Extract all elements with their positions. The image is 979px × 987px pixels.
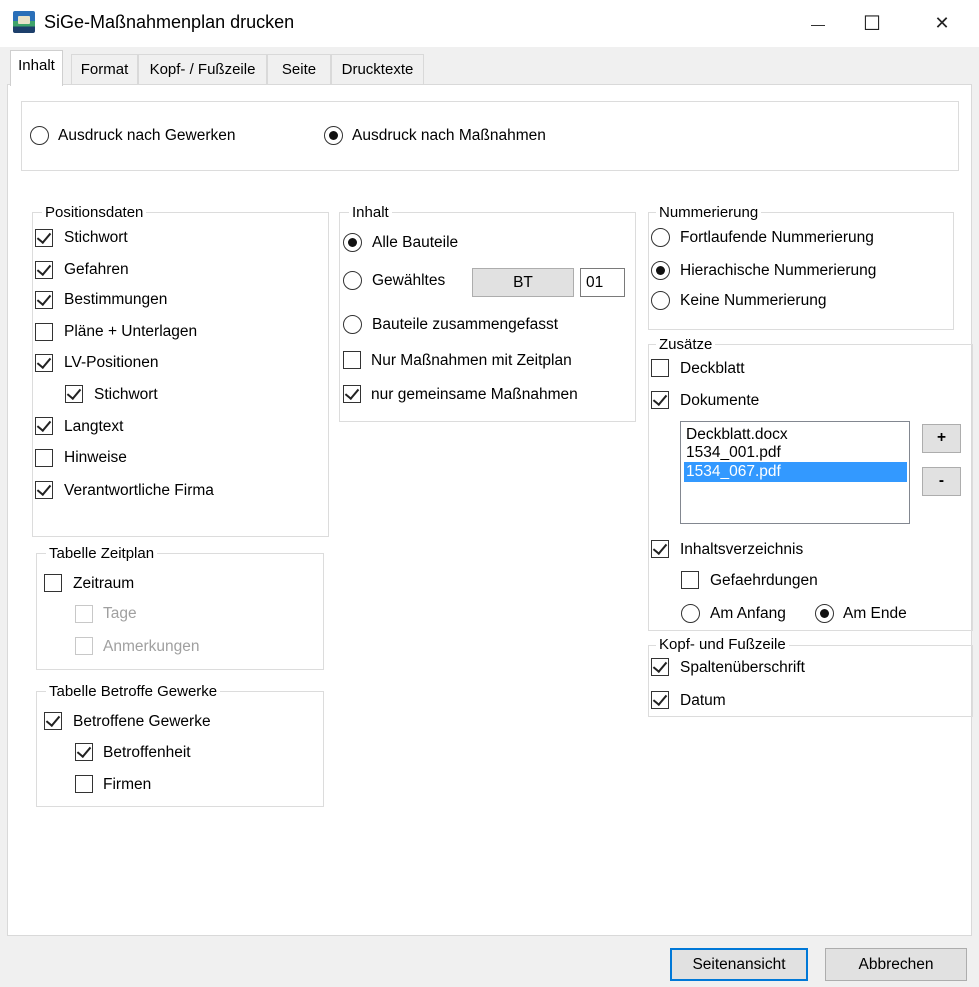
add-document-button[interactable]: + (922, 424, 961, 453)
checkbox-tage-label: Tage (103, 605, 137, 622)
list-item[interactable]: Deckblatt.docx (684, 425, 907, 445)
radio-ausdruck-massnahmen[interactable] (324, 126, 343, 145)
tab-kopf-fusszeile[interactable]: Kopf- / Fußzeile (138, 54, 267, 84)
radio-hierachische-label: Hierachische Nummerierung (680, 262, 877, 279)
checkbox-stichwort[interactable] (35, 229, 53, 247)
radio-fortlaufende[interactable] (651, 228, 670, 247)
checkbox-dokumente-label: Dokumente (680, 392, 760, 409)
remove-document-button[interactable]: - (922, 467, 961, 496)
checkbox-inhaltsverzeichnis-label: Inhaltsverzeichnis (680, 541, 804, 558)
checkbox-gefaehrdungen-label: Gefaehrdungen (710, 572, 818, 589)
inhalt-legend: Inhalt (349, 204, 392, 222)
checkbox-inhaltsverzeichnis[interactable] (651, 540, 669, 558)
checkbox-plaene-unterlagen[interactable] (35, 323, 53, 341)
checkbox-betroffene-gewerke-label: Betroffene Gewerke (73, 713, 211, 730)
radio-ausdruck-gewerke-label: Ausdruck nach Gewerken (58, 127, 236, 144)
documents-listbox[interactable]: Deckblatt.docx 1534_001.pdf 1534_067.pdf (680, 421, 910, 524)
checkbox-hinweise[interactable] (35, 449, 53, 467)
checkbox-nur-gemeinsame-massnahmen[interactable] (343, 385, 361, 403)
checkbox-langtext-label: Langtext (64, 418, 124, 435)
radio-ausdruck-massnahmen-label: Ausdruck nach Maßnahmen (352, 127, 546, 144)
radio-am-ende-label: Am Ende (843, 605, 907, 622)
window-title: SiGe-Maßnahmenplan drucken (44, 12, 295, 32)
checkbox-dokumente[interactable] (651, 391, 669, 409)
checkbox-lv-positionen-label: LV-Positionen (64, 354, 159, 371)
checkbox-datum[interactable] (651, 691, 669, 709)
checkbox-firmen-label: Firmen (103, 776, 152, 793)
gewerke-legend: Tabelle Betroffe Gewerke (46, 683, 221, 701)
close-button[interactable]: ✕ (919, 0, 965, 47)
checkbox-langtext[interactable] (35, 417, 53, 435)
nummerierung-legend: Nummerierung (656, 204, 762, 222)
radio-hierachische[interactable] (651, 261, 670, 280)
list-item[interactable]: 1534_001.pdf (684, 443, 907, 463)
checkbox-anmerkungen[interactable] (75, 637, 93, 655)
radio-gewaehltes-label: Gewähltes (372, 272, 446, 289)
checkbox-deckblatt-label: Deckblatt (680, 360, 745, 377)
checkbox-gefahren[interactable] (35, 261, 53, 279)
tab-seite[interactable]: Seite (267, 54, 331, 84)
checkbox-spaltenueberschrift-label: Spaltenüberschrift (680, 659, 805, 676)
checkbox-datum-label: Datum (680, 692, 726, 709)
checkbox-bestimmungen[interactable] (35, 291, 53, 309)
seitenansicht-button[interactable]: Seitenansicht (670, 948, 808, 981)
checkbox-lv-positionen[interactable] (35, 354, 53, 372)
checkbox-anmerkungen-label: Anmerkungen (103, 638, 200, 655)
list-item-selected[interactable]: 1534_067.pdf (684, 462, 907, 482)
radio-am-anfang-label: Am Anfang (710, 605, 786, 622)
app-icon (13, 11, 35, 33)
radio-am-ende[interactable] (815, 604, 834, 623)
close-icon: ✕ (934, 13, 950, 33)
checkbox-lv-stichwort[interactable] (65, 385, 83, 403)
positionsdaten-legend: Positionsdaten (42, 204, 147, 222)
bt-button[interactable]: BT (472, 268, 574, 297)
bt-value-input[interactable]: 01 (580, 268, 625, 297)
checkbox-gefahren-label: Gefahren (64, 261, 129, 278)
checkbox-tage[interactable] (75, 605, 93, 623)
checkbox-stichwort-label: Stichwort (64, 229, 128, 246)
title-bar[interactable]: SiGe-Maßnahmenplan drucken — ☐ ✕ (0, 0, 979, 47)
checkbox-gefaehrdungen[interactable] (681, 571, 699, 589)
checkbox-hinweise-label: Hinweise (64, 449, 127, 466)
tab-drucktexte[interactable]: Drucktexte (331, 54, 424, 84)
radio-keine-label: Keine Nummerierung (680, 292, 827, 309)
checkbox-plaene-unterlagen-label: Pläne + Unterlagen (64, 323, 198, 340)
checkbox-zeitraum[interactable] (44, 574, 62, 592)
tab-inhalt[interactable]: Inhalt (10, 50, 63, 86)
checkbox-verantwortliche-firma[interactable] (35, 481, 53, 499)
checkbox-bestimmungen-label: Bestimmungen (64, 291, 168, 308)
checkbox-verantwortliche-firma-label: Verantwortliche Firma (64, 482, 214, 499)
checkbox-betroffene-gewerke[interactable] (44, 712, 62, 730)
radio-am-anfang[interactable] (681, 604, 700, 623)
maximize-icon: ☐ (863, 13, 881, 35)
checkbox-spaltenueberschrift[interactable] (651, 658, 669, 676)
checkbox-firmen[interactable] (75, 775, 93, 793)
minimize-button[interactable]: — (795, 0, 841, 47)
checkbox-deckblatt[interactable] (651, 359, 669, 377)
zeitplan-legend: Tabelle Zeitplan (46, 545, 158, 563)
minimize-icon: — (811, 15, 825, 32)
checkbox-nur-massnahmen-zeitplan-label: Nur Maßnahmen mit Zeitplan (371, 352, 572, 369)
checkbox-betroffenheit[interactable] (75, 743, 93, 761)
checkbox-zeitraum-label: Zeitraum (73, 575, 135, 592)
radio-bauteile-zusammengefasst[interactable] (343, 315, 362, 334)
radio-ausdruck-gewerke[interactable] (30, 126, 49, 145)
zusaetze-legend: Zusätze (656, 336, 716, 354)
checkbox-nur-massnahmen-zeitplan[interactable] (343, 351, 361, 369)
radio-keine[interactable] (651, 291, 670, 310)
abbrechen-button[interactable]: Abbrechen (825, 948, 967, 981)
tab-format[interactable]: Format (71, 54, 138, 84)
checkbox-nur-gemeinsame-massnahmen-label: nur gemeinsame Maßnahmen (371, 386, 578, 403)
checkbox-lv-stichwort-label: Stichwort (94, 386, 158, 403)
kopf-fusszeile-legend: Kopf- und Fußzeile (656, 636, 789, 654)
radio-fortlaufende-label: Fortlaufende Nummerierung (680, 229, 874, 246)
checkbox-betroffenheit-label: Betroffenheit (103, 744, 191, 761)
radio-alle-bauteile[interactable] (343, 233, 362, 252)
maximize-button[interactable]: ☐ (849, 0, 895, 47)
radio-gewaehltes[interactable] (343, 271, 362, 290)
radio-alle-bauteile-label: Alle Bauteile (372, 234, 459, 251)
radio-bauteile-zusammengefasst-label: Bauteile zusammengefasst (372, 316, 559, 333)
